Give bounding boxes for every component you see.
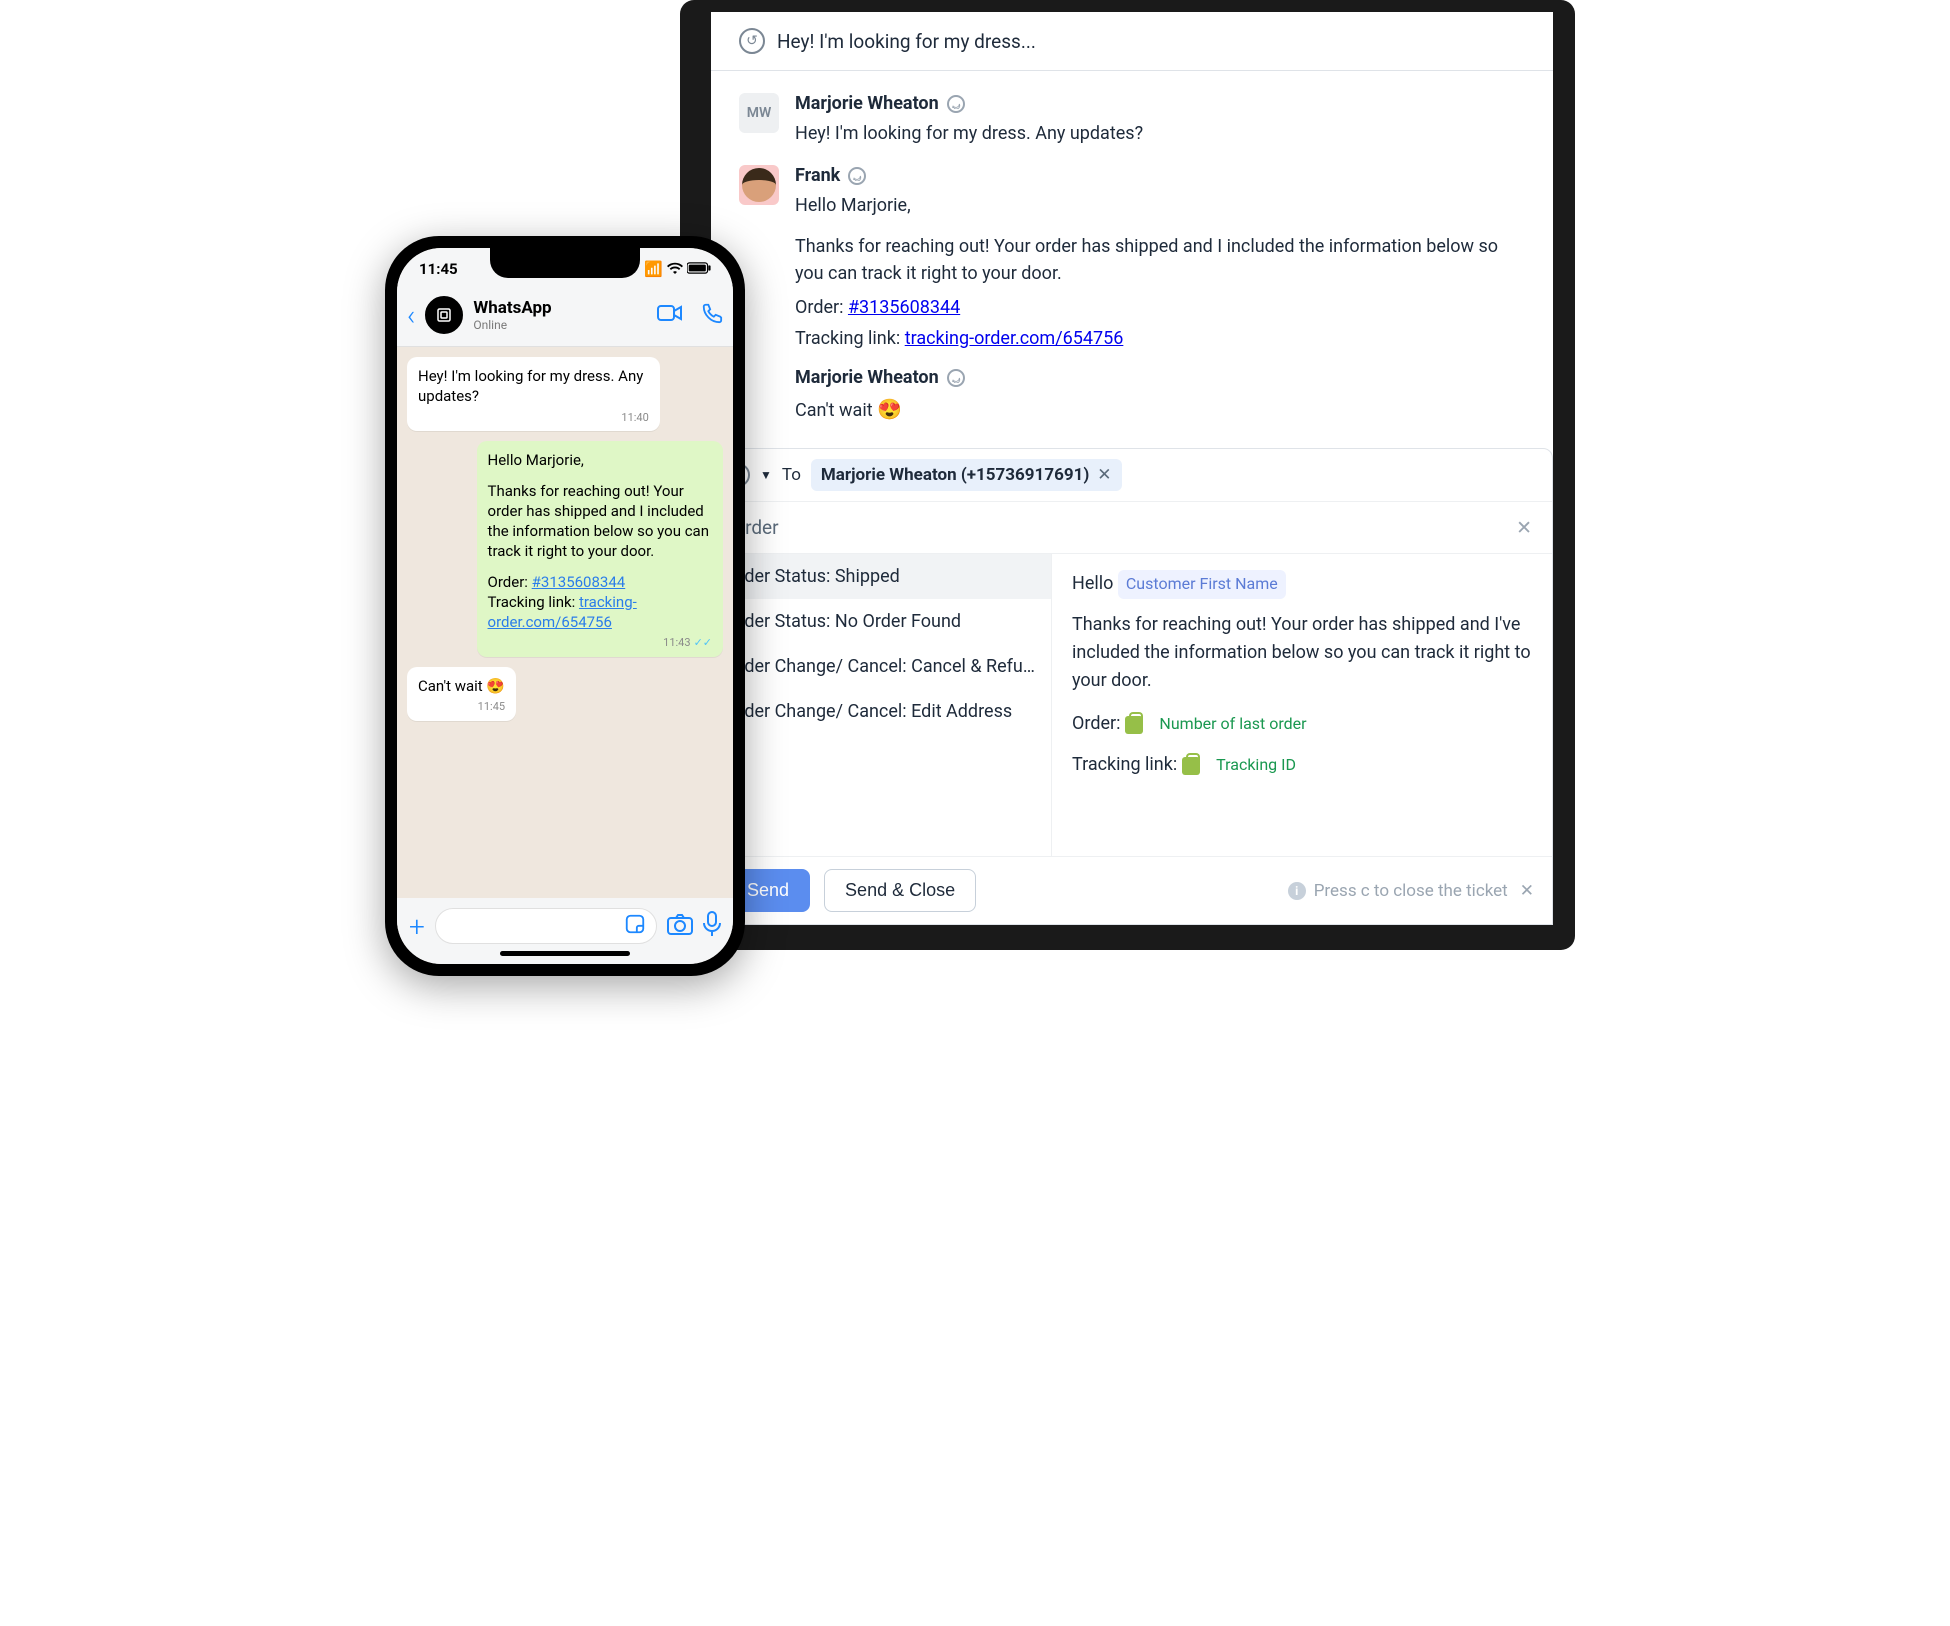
message-customer: MW Marjorie Wheaton Hey! I'm looking for…: [739, 93, 1525, 147]
message-author: Marjorie Wheaton: [795, 367, 1525, 388]
whatsapp-icon: [947, 95, 965, 113]
remove-recipient-icon[interactable]: ✕: [1097, 465, 1111, 485]
variable-customer-first-name: Customer First Name: [1118, 570, 1286, 599]
close-ticket-hint: i Press c to close the ticket ✕: [1288, 881, 1538, 901]
message-input[interactable]: [435, 908, 657, 944]
contact-status: Online: [473, 318, 551, 332]
order-link[interactable]: #3135608344: [532, 573, 626, 591]
order-line: Order: #3135608344: [795, 297, 1525, 318]
home-indicator[interactable]: [500, 951, 630, 956]
chat-bubble-in: Can't wait 😍 11:45: [407, 667, 516, 721]
macro-item[interactable]: Order Change/ Cancel: Edit Address: [712, 689, 1051, 734]
message-author: Marjorie Wheaton: [795, 93, 1525, 114]
message-timestamp: 11:43✓✓: [488, 636, 712, 651]
back-icon[interactable]: ‹: [407, 299, 415, 332]
message-customer: Marjorie Wheaton Can't wait 😍: [739, 367, 1525, 424]
variable-last-order-number: Number of last order: [1151, 710, 1314, 739]
to-label: To: [782, 465, 801, 485]
shopify-icon: [1182, 757, 1200, 775]
attach-icon[interactable]: +: [409, 910, 425, 943]
macro-list: Order Status: Shipped Order Status: No O…: [712, 554, 1052, 856]
mic-icon[interactable]: [703, 911, 721, 941]
sticker-icon[interactable]: [624, 913, 646, 939]
message-text: Can't wait 😍: [795, 394, 1525, 424]
message-text: Hey! I'm looking for my dress. Any updat…: [795, 120, 1525, 147]
recipient-chip[interactable]: Marjorie Wheaton (+15736917691) ✕: [811, 459, 1122, 491]
ticket-subject: Hey! I'm looking for my dress...: [777, 30, 1036, 53]
signal-icon: 📶: [644, 260, 663, 278]
history-icon[interactable]: ↺: [739, 28, 765, 54]
order-link[interactable]: #3135608344: [848, 297, 960, 318]
dismiss-hint-icon[interactable]: ✕: [1516, 881, 1538, 901]
channel-dropdown-caret-icon[interactable]: ▼: [760, 468, 772, 482]
conversation-thread: MW Marjorie Wheaton Hey! I'm looking for…: [711, 71, 1553, 442]
ticket-subject-row: ↺ Hey! I'm looking for my dress...: [711, 12, 1553, 71]
message-text: Hello Marjorie, Thanks for reaching out!…: [795, 192, 1525, 287]
macro-item[interactable]: Order Change/ Cancel: Cancel & Refund: [712, 644, 1051, 689]
contact-avatar[interactable]: [425, 296, 463, 334]
phone-notch: [490, 248, 640, 278]
tracking-link[interactable]: tracking-order.com/654756: [905, 328, 1124, 349]
tracking-line: Tracking link: tracking-order.com/654756: [795, 328, 1525, 349]
macro-preview: Hello Customer First Name Thanks for rea…: [1052, 554, 1552, 856]
macro-item[interactable]: Order Status: Shipped: [712, 554, 1051, 599]
helpdesk-panel: ↺ Hey! I'm looking for my dress... MW Ma…: [711, 12, 1553, 925]
contact-name: WhatsApp: [473, 298, 551, 318]
avatar: [739, 165, 779, 205]
wifi-icon: [667, 260, 683, 278]
macro-panel: Order Status: Shipped Order Status: No O…: [712, 554, 1552, 856]
whatsapp-chat[interactable]: Hey! I'm looking for my dress. Any updat…: [397, 347, 733, 898]
variable-tracking-id: Tracking ID: [1208, 751, 1304, 780]
camera-icon[interactable]: [667, 913, 693, 939]
macro-item[interactable]: Order Status: No Order Found: [712, 599, 1051, 644]
status-icons: 📶: [644, 260, 711, 278]
message-author: Frank: [795, 165, 1525, 186]
phone-mockup: 11:45 📶 ‹ WhatsApp Online: [385, 236, 745, 976]
compose-box: ▼ To Marjorie Wheaton (+15736917691) ✕ O…: [711, 448, 1553, 925]
whatsapp-icon: [947, 369, 965, 387]
message-timestamp: 11:45: [418, 700, 505, 715]
read-ticks-icon: ✓✓: [694, 636, 712, 649]
macro-search-row[interactable]: Order ✕: [712, 502, 1552, 554]
whatsapp-icon: [848, 167, 866, 185]
avatar: MW: [739, 93, 779, 133]
message-agent: Frank Hello Marjorie, Thanks for reachin…: [739, 165, 1525, 349]
send-and-close-button[interactable]: Send & Close: [824, 869, 976, 912]
battery-icon: [687, 260, 711, 278]
message-timestamp: 11:40: [418, 411, 649, 426]
heart-eyes-emoji-icon: 😍: [877, 397, 902, 421]
chat-bubble-out: Hello Marjorie, Thanks for reaching out!…: [477, 441, 723, 657]
phone-screen: 11:45 📶 ‹ WhatsApp Online: [397, 248, 733, 964]
voice-call-icon[interactable]: [701, 302, 723, 328]
contact-title-block[interactable]: WhatsApp Online: [473, 298, 551, 332]
compose-footer: Send Send & Close i Press c to close the…: [712, 856, 1552, 924]
to-row: ▼ To Marjorie Wheaton (+15736917691) ✕: [712, 449, 1552, 502]
clear-search-icon[interactable]: ✕: [1516, 516, 1532, 539]
shopify-icon: [1125, 716, 1143, 734]
video-call-icon[interactable]: [657, 303, 683, 327]
chat-bubble-in: Hey! I'm looking for my dress. Any updat…: [407, 357, 660, 431]
status-time: 11:45: [419, 260, 458, 278]
whatsapp-header: ‹ WhatsApp Online: [397, 290, 733, 347]
info-icon: i: [1288, 882, 1306, 900]
